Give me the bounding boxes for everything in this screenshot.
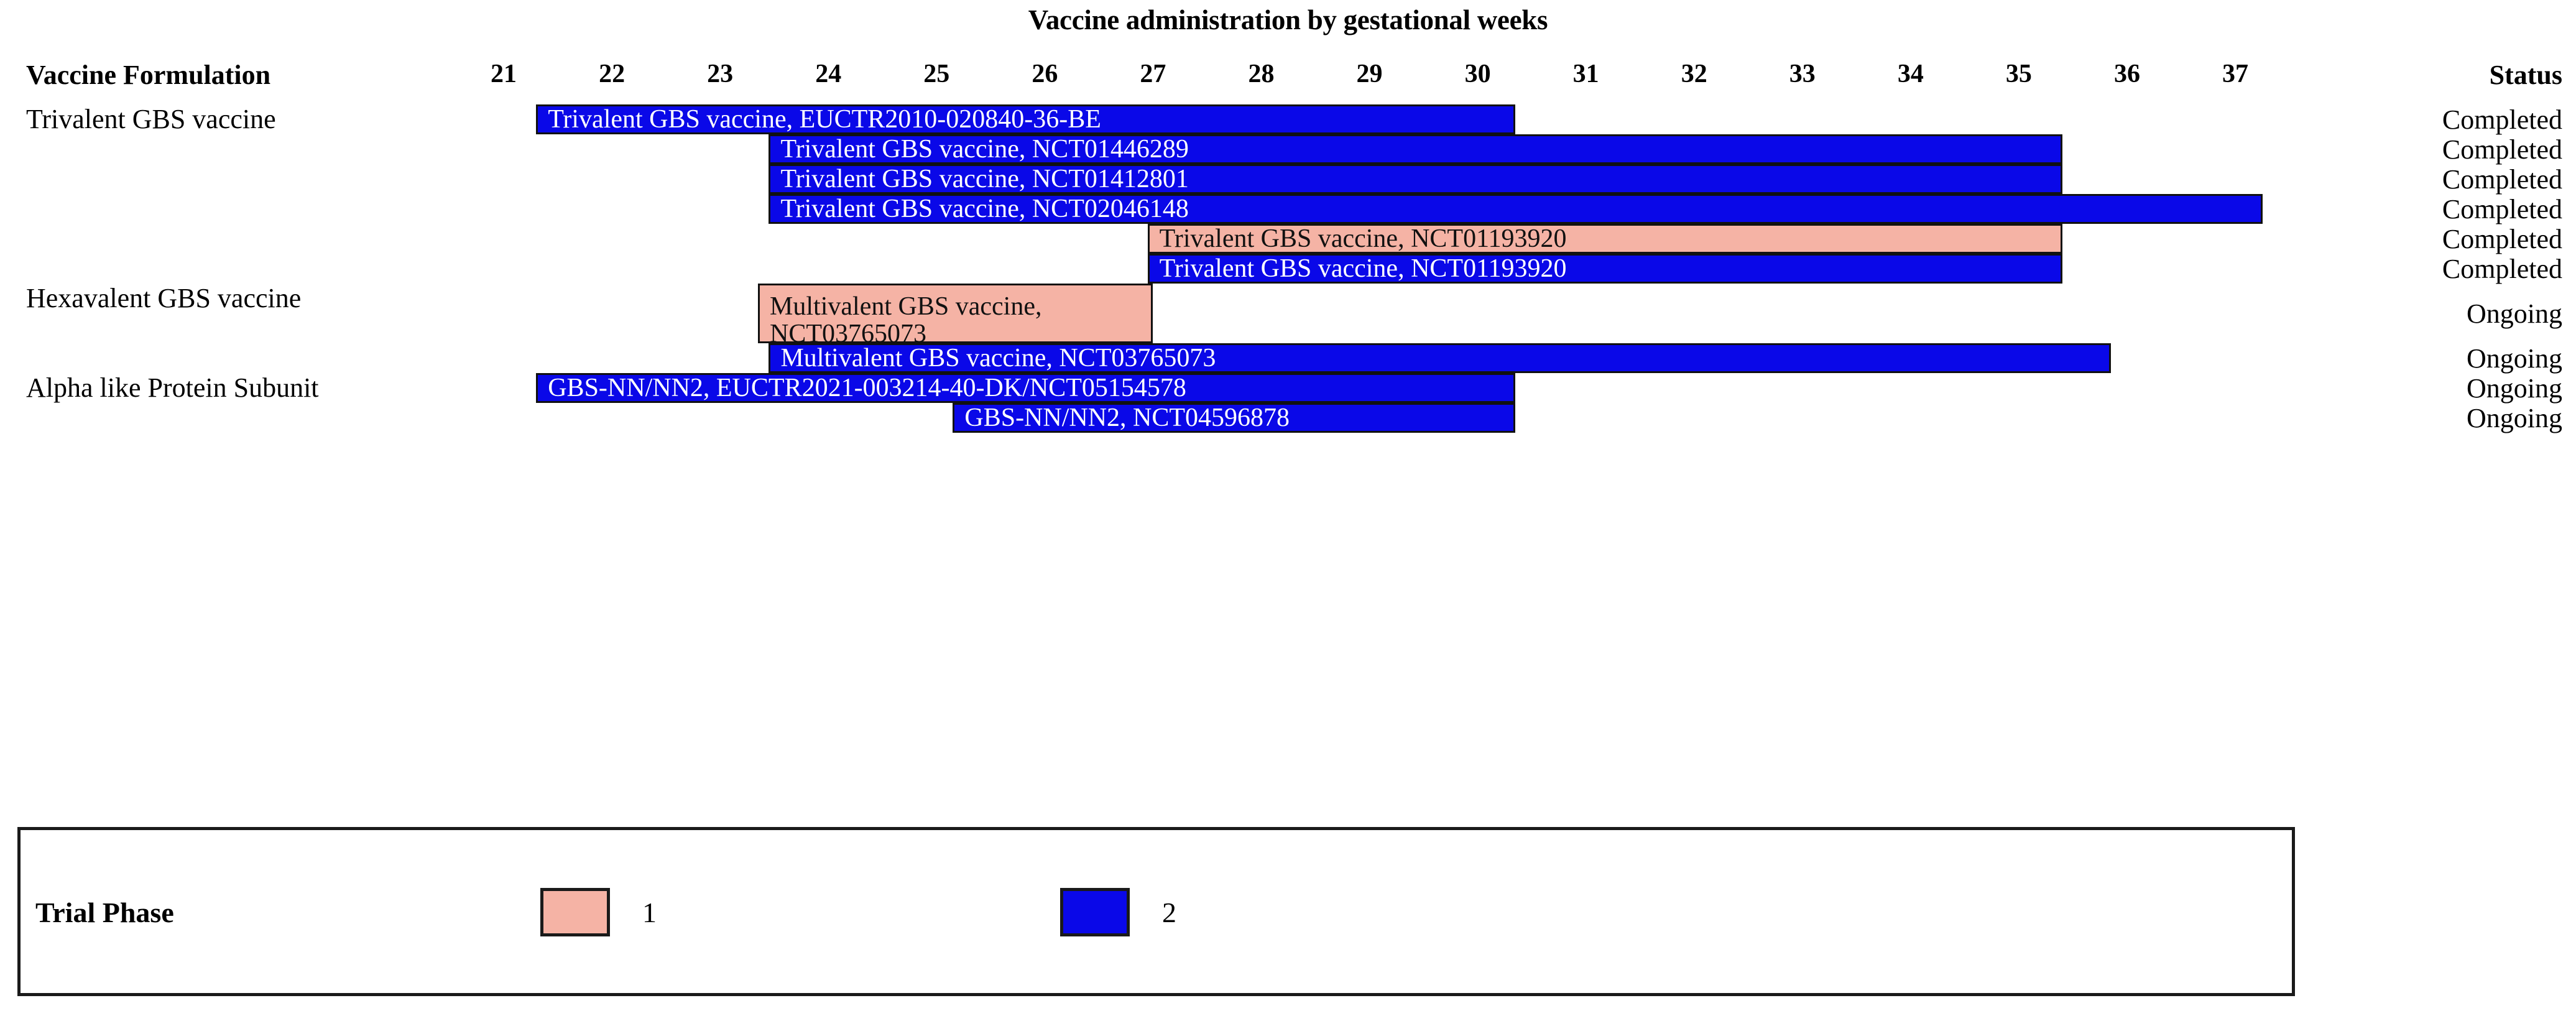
- x-axis-tick-36: 36: [2113, 60, 2140, 88]
- chart-header-row: Vaccine Formulation Status 21 22 23 24 25 26 2…: [0, 59, 2576, 96]
- legend-title: Trial Phase: [35, 897, 174, 928]
- x-axis-tick-32: 32: [1681, 60, 1707, 88]
- column-header-vaccine-formulation: Vaccine Formulation: [26, 60, 271, 90]
- status-value: Completed: [2442, 194, 2562, 224]
- x-axis-tick-25: 25: [923, 60, 950, 88]
- status-value: Completed: [2442, 224, 2562, 254]
- x-axis-tick-28: 28: [1248, 60, 1275, 88]
- x-axis-tick-23: 23: [707, 60, 734, 88]
- gantt-bar[interactable]: Multivalent GBS vaccine, NCT03765073: [769, 343, 2111, 373]
- legend-swatch-phase-1: [540, 888, 610, 936]
- legend-label: 1: [642, 896, 657, 928]
- status-value: Completed: [2442, 134, 2562, 165]
- x-axis-tick-35: 35: [2005, 60, 2032, 88]
- status-value: Completed: [2442, 164, 2562, 195]
- legend: Trial Phase 1 2: [17, 827, 2295, 996]
- gantt-bar[interactable]: GBS-NN/NN2, EUCTR2021-003214-40-DK/NCT05…: [536, 373, 1516, 403]
- x-axis-tick-33: 33: [1789, 60, 1816, 88]
- legend-label: 2: [1162, 896, 1176, 928]
- legend-swatch-phase-2: [1060, 888, 1130, 936]
- gantt-bar[interactable]: Trivalent GBS vaccine, NCT01412801: [769, 164, 2062, 194]
- status-value: Completed: [2442, 254, 2562, 284]
- gantt-bar[interactable]: Trivalent GBS vaccine, NCT01193920: [1147, 254, 2062, 284]
- x-axis-tick-21: 21: [491, 60, 517, 88]
- gantt-plot-area: Trivalent GBS vaccine Hexavalent GBS vacc…: [0, 104, 2576, 726]
- x-axis-tick-22: 22: [599, 60, 626, 88]
- gantt-bar[interactable]: GBS-NN/NN2, NCT04596878: [953, 403, 1516, 433]
- chart-title: Vaccine administration by gestational we…: [1028, 4, 1548, 35]
- legend-entry[interactable]: 1: [540, 887, 657, 937]
- x-axis-tick-31: 31: [1572, 60, 1599, 88]
- status-value: Ongoing: [2467, 373, 2562, 404]
- x-axis-tick-37: 37: [2222, 60, 2248, 88]
- row-label: Hexavalent GBS vaccine: [26, 283, 302, 313]
- status-value: Ongoing: [2467, 298, 2562, 329]
- x-axis-tick-27: 27: [1140, 60, 1166, 88]
- gantt-bar[interactable]: Trivalent GBS vaccine, NCT02046148: [769, 194, 2263, 224]
- gantt-bar[interactable]: Trivalent GBS vaccine, NCT01193920: [1147, 224, 2062, 254]
- gantt-bar[interactable]: Multivalent GBS vaccine, NCT03765073: [758, 284, 1153, 348]
- status-value: Ongoing: [2467, 403, 2562, 433]
- x-axis-tick-34: 34: [1897, 60, 1924, 88]
- row-label: Alpha like Protein Subunit: [26, 372, 319, 403]
- gantt-bar[interactable]: Trivalent GBS vaccine, EUCTR2010-020840-…: [536, 104, 1516, 134]
- status-value: Completed: [2442, 104, 2562, 135]
- status-value: Ongoing: [2467, 343, 2562, 374]
- row-label: Trivalent GBS vaccine: [26, 104, 276, 134]
- x-axis-tick-24: 24: [815, 60, 842, 88]
- x-axis-tick-29: 29: [1356, 60, 1383, 88]
- gantt-bar[interactable]: Trivalent GBS vaccine, NCT01446289: [769, 134, 2062, 164]
- x-axis-tick-30: 30: [1464, 60, 1491, 88]
- x-axis-tick-26: 26: [1032, 60, 1058, 88]
- column-header-status: Status: [2489, 60, 2562, 90]
- legend-entry[interactable]: 2: [1060, 887, 1176, 937]
